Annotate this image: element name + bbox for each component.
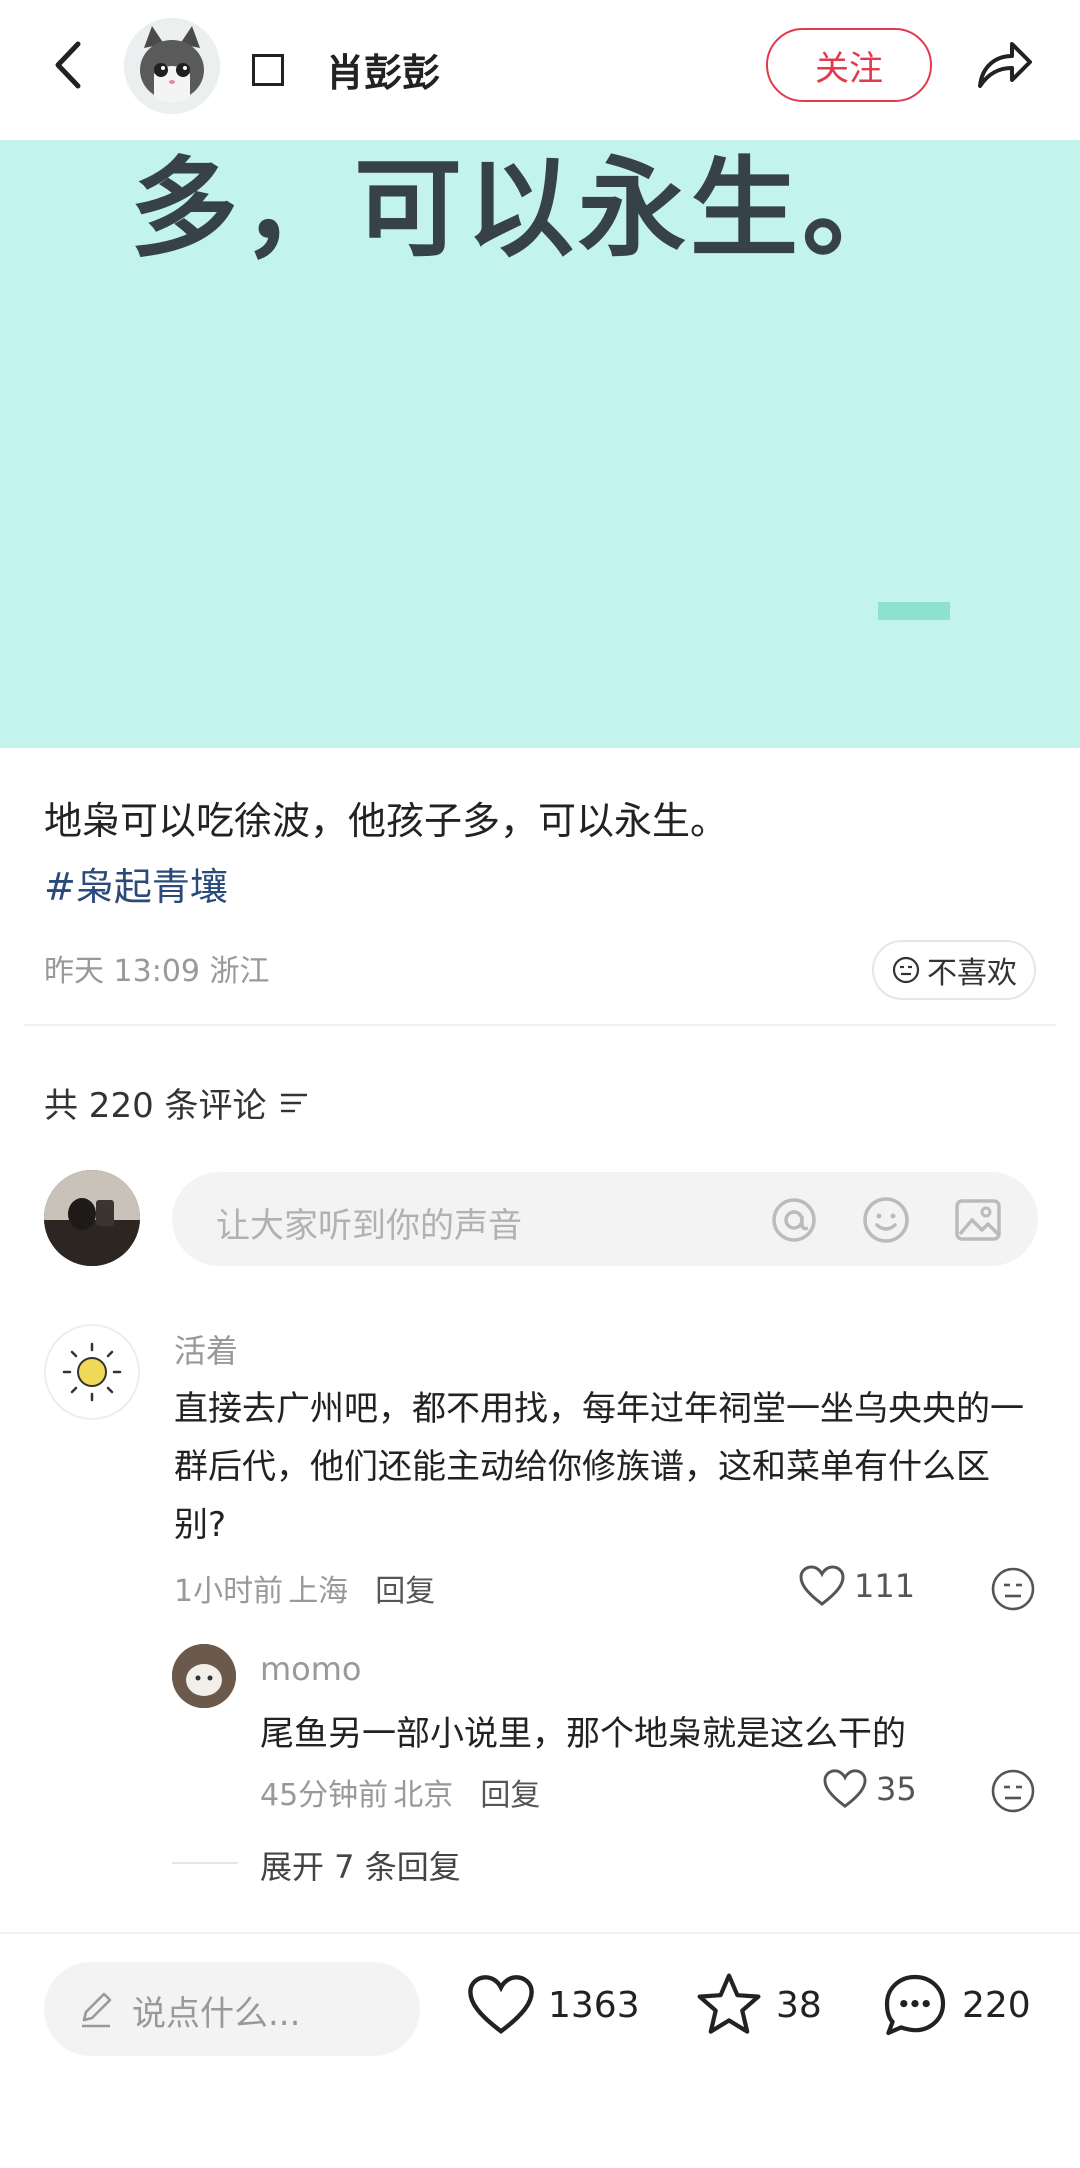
author-avatar[interactable] [124,18,220,114]
comment-author[interactable]: momo [260,1650,362,1688]
comment-meta: 45分钟前 北京 回复 [260,1770,540,1814]
comment-author[interactable]: 活着 [174,1326,238,1372]
collect-count: 38 [776,1984,822,2026]
collect-button[interactable]: 38 [694,1970,822,2040]
comment-like-button[interactable]: 111 [798,1564,915,1608]
comment-count-header[interactable]: 共 220 条评论 [44,1078,309,1127]
top-nav-bar: 肖彭彭 关注 [0,0,1080,140]
dislike-face-icon[interactable] [990,1566,1036,1612]
dislike-face-icon[interactable] [990,1768,1036,1814]
image-icon[interactable] [952,1194,1004,1246]
emoji-icon[interactable] [860,1194,912,1246]
pencil-icon [82,1992,112,2028]
share-icon[interactable] [968,30,1038,100]
post-meta: 昨天 13:09 浙江 [44,946,270,990]
comment-location: 上海 [288,1574,349,1609]
reply-button[interactable]: 回复 [375,1574,435,1609]
like-count: 1363 [548,1984,640,2026]
post-image-text: 多，可以永生。 [130,147,915,272]
sun-icon [62,1342,122,1402]
comment-meta: 1小时前 上海 回复 [174,1566,435,1610]
dislike-label: 不喜欢 [927,956,1017,991]
follow-button[interactable]: 关注 [766,28,932,102]
heart-icon [468,1975,534,2034]
post-time: 昨天 13:09 [44,954,200,989]
image-indicator [878,602,950,620]
comment-button[interactable]: 220 [880,1970,1031,2040]
divider [24,1024,1056,1026]
like-button[interactable]: 1363 [466,1972,640,2038]
comment-time: 45分钟前 [260,1778,389,1813]
comment-count: 220 [962,1984,1031,2026]
user-photo-icon [44,1170,140,1266]
reply-button[interactable]: 回复 [480,1778,540,1813]
post-image[interactable]: 多，可以永生。 [0,140,1080,748]
comment-input-placeholder: 让大家听到你的声音 [216,1206,522,1246]
star-icon [697,1973,761,2034]
comment-count-label: 共 220 条评论 [44,1086,267,1126]
author-name[interactable]: 肖彭彭 [326,42,440,97]
my-avatar [44,1170,140,1266]
comment-like-button[interactable]: 35 [822,1768,917,1810]
comment-time: 1小时前 [174,1574,284,1609]
chat-bubble-icon [884,1974,946,2036]
comment-text: 尾鱼另一部小说里，那个地枭就是这么干的 [260,1714,906,1754]
expand-replies-button[interactable]: 展开 7 条回复 [260,1842,461,1888]
cat-avatar-icon [124,18,220,114]
heart-icon [823,1769,867,1808]
comment-like-count: 35 [876,1770,917,1808]
mention-icon[interactable] [768,1194,820,1246]
post-hashtag[interactable]: #枭起青壤 [44,856,228,911]
heart-icon [799,1565,845,1606]
divider [0,1932,1080,1934]
cat-avatar-icon [172,1644,236,1708]
dislike-button[interactable]: 不喜欢 [872,940,1036,1000]
post-text: 地枭可以吃徐波，他孩子多，可以永生。 [44,799,729,843]
post-location: 浙江 [209,954,270,989]
back-arrow-icon[interactable] [40,30,100,100]
say-something-placeholder: 说点什么... [132,1994,301,2034]
commenter-avatar[interactable] [44,1324,140,1420]
neutral-face-icon [892,956,920,984]
comment-like-count: 111 [854,1567,916,1605]
comment-location: 北京 [393,1778,454,1813]
sort-icon [280,1093,307,1112]
comment-text: 直接去广州吧，都不用找，每年过年祠堂一坐乌央央的一群后代，他们还能主动给你修族谱… [174,1389,1024,1545]
commenter-avatar[interactable] [172,1644,236,1708]
expand-divider [172,1862,238,1864]
verification-box [252,54,284,86]
